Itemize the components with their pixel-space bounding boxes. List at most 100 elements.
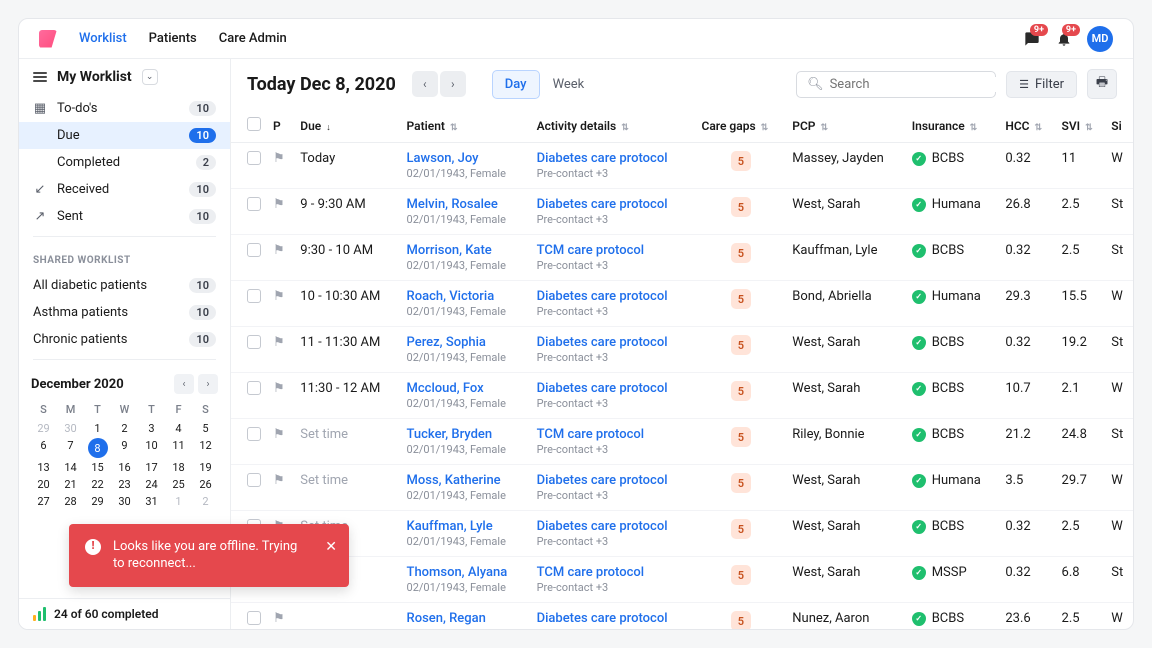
avatar[interactable]: MD <box>1087 26 1113 52</box>
table-row[interactable]: ⚑ 9:30 - 10 AM Morrison, Kate02/01/1943,… <box>231 235 1133 281</box>
activity-link[interactable]: Diabetes care protocol <box>537 519 690 534</box>
table-row[interactable]: ⚑ 11:30 - 12 AM Mccloud, Fox02/01/1943, … <box>231 373 1133 419</box>
calendar-day[interactable]: 7 <box>67 436 73 455</box>
select-all-checkbox[interactable] <box>247 117 261 131</box>
column-header[interactable]: PCP ⇅ <box>786 109 905 143</box>
sidebar-item-sent[interactable]: ↗Sent10 <box>19 203 230 230</box>
table-row[interactable]: ⚑ Set time Tucker, Bryden02/01/1943, Fem… <box>231 419 1133 465</box>
activity-link[interactable]: Diabetes care protocol <box>537 197 690 212</box>
activity-link[interactable]: TCM care protocol <box>537 427 690 442</box>
calendar-day[interactable]: 2 <box>202 492 208 511</box>
calendar-day[interactable]: 12 <box>199 436 211 455</box>
calendar-day[interactable]: 1 <box>94 419 100 438</box>
row-checkbox[interactable] <box>247 289 261 303</box>
calendar-day[interactable]: 9 <box>121 436 127 455</box>
patient-link[interactable]: Rosen, Regan <box>407 611 525 626</box>
patient-link[interactable]: Perez, Sophia <box>407 335 525 350</box>
view-day[interactable]: Day <box>492 70 540 99</box>
date-prev-button[interactable]: ‹ <box>412 71 438 97</box>
calendar-day[interactable]: 31 <box>145 492 157 511</box>
calendar-day[interactable]: 30 <box>118 492 130 511</box>
patient-link[interactable]: Roach, Victoria <box>407 289 525 304</box>
chat-icon[interactable]: 9+ <box>1023 30 1041 48</box>
table-row[interactable]: ⚑ Today Lawson, Joy02/01/1943, Female Di… <box>231 143 1133 189</box>
flag-icon[interactable]: ⚑ <box>273 335 285 350</box>
sidebar-shared-item[interactable]: Asthma patients10 <box>19 299 230 326</box>
table-row[interactable]: ⚑ Set time Kauffman, Lyle02/01/1943, Fem… <box>231 511 1133 557</box>
patient-link[interactable]: Melvin, Rosalee <box>407 197 525 212</box>
flag-icon[interactable]: ⚑ <box>273 197 285 212</box>
calendar-day[interactable]: 10 <box>145 436 157 455</box>
flag-icon[interactable]: ⚑ <box>273 151 285 166</box>
activity-link[interactable]: Diabetes care protocol <box>537 289 690 304</box>
flag-icon[interactable]: ⚑ <box>273 289 285 304</box>
row-checkbox[interactable] <box>247 335 261 349</box>
table-row[interactable]: ⚑ 11 - 11:30 AM Perez, Sophia02/01/1943,… <box>231 327 1133 373</box>
row-checkbox[interactable] <box>247 473 261 487</box>
calendar-day[interactable]: 1 <box>175 492 181 511</box>
patient-link[interactable]: Lawson, Joy <box>407 151 525 166</box>
calendar-next-button[interactable]: › <box>198 374 218 394</box>
activity-link[interactable]: Diabetes care protocol <box>537 335 690 350</box>
activity-link[interactable]: TCM care protocol <box>537 565 690 580</box>
menu-icon[interactable] <box>33 72 47 82</box>
chevron-down-icon[interactable]: ⌄ <box>142 69 158 85</box>
calendar-prev-button[interactable]: ‹ <box>174 374 194 394</box>
print-button[interactable]: 🖶 <box>1087 69 1117 99</box>
calendar-day[interactable]: 29 <box>91 492 103 511</box>
table-row[interactable]: ⚑ 10 - 10:30 AM Roach, Victoria02/01/194… <box>231 281 1133 327</box>
column-header[interactable] <box>231 109 267 143</box>
column-header[interactable]: Care gaps ⇅ <box>695 109 786 143</box>
flag-icon[interactable]: ⚑ <box>273 243 285 258</box>
nav-item-care-admin[interactable]: Care Admin <box>219 31 287 46</box>
column-header[interactable]: Activity details ⇅ <box>531 109 696 143</box>
calendar-day[interactable]: 6 <box>40 436 46 455</box>
activity-link[interactable]: Diabetes care protocol <box>537 473 690 488</box>
row-checkbox[interactable] <box>247 243 261 257</box>
sidebar-shared-item[interactable]: Chronic patients10 <box>19 326 230 353</box>
sidebar-item-completed[interactable]: Completed2 <box>19 149 230 176</box>
table-row[interactable]: ⚑ Rosen, Regan02/01/1943, Female Diabete… <box>231 603 1133 630</box>
flag-icon[interactable]: ⚑ <box>273 473 285 488</box>
nav-item-worklist[interactable]: Worklist <box>79 31 127 46</box>
row-checkbox[interactable] <box>247 381 261 395</box>
column-header[interactable]: Due ↓ <box>294 109 400 143</box>
row-checkbox[interactable] <box>247 151 261 165</box>
patient-link[interactable]: Morrison, Kate <box>407 243 525 258</box>
row-checkbox[interactable] <box>247 611 261 625</box>
column-header[interactable]: HCC ⇅ <box>999 109 1055 143</box>
patient-link[interactable]: Moss, Katherine <box>407 473 525 488</box>
patient-link[interactable]: Kauffman, Lyle <box>407 519 525 534</box>
flag-icon[interactable]: ⚑ <box>273 427 285 442</box>
activity-link[interactable]: Diabetes care protocol <box>537 381 690 396</box>
row-checkbox[interactable] <box>247 427 261 441</box>
flag-icon[interactable]: ⚑ <box>273 611 285 626</box>
search-input[interactable]: 🔍︎ <box>796 71 996 98</box>
patient-link[interactable]: Mccloud, Fox <box>407 381 525 396</box>
activity-link[interactable]: TCM care protocol <box>537 243 690 258</box>
flag-icon[interactable]: ⚑ <box>273 381 285 396</box>
table-row[interactable]: ⚑ Thomson, Alyana02/01/1943, Female TCM … <box>231 557 1133 603</box>
activity-link[interactable]: Diabetes care protocol <box>537 151 690 166</box>
table-row[interactable]: ⚑ 9 - 9:30 AM Melvin, Rosalee02/01/1943,… <box>231 189 1133 235</box>
column-header[interactable]: Insurance ⇅ <box>906 109 1000 143</box>
sidebar-item-to-do-s[interactable]: ▦To-do's10 <box>19 95 230 122</box>
close-icon[interactable]: ✕ <box>325 538 337 557</box>
search-field[interactable] <box>830 77 996 92</box>
patient-link[interactable]: Tucker, Bryden <box>407 427 525 442</box>
column-header[interactable]: Si <box>1105 109 1133 143</box>
calendar-day[interactable]: 28 <box>64 492 76 511</box>
column-header[interactable]: SVI ⇅ <box>1056 109 1106 143</box>
patient-link[interactable]: Thomson, Alyana <box>407 565 525 580</box>
view-week[interactable]: Week <box>540 70 598 99</box>
nav-item-patients[interactable]: Patients <box>149 31 197 46</box>
sidebar-item-due[interactable]: Due10 <box>19 122 230 149</box>
table-row[interactable]: ⚑ Set time Moss, Katherine02/01/1943, Fe… <box>231 465 1133 511</box>
date-next-button[interactable]: › <box>440 71 466 97</box>
calendar-day[interactable]: 27 <box>37 492 49 511</box>
filter-button[interactable]: ☰ Filter <box>1006 71 1077 98</box>
calendar-day[interactable]: 11 <box>172 436 184 455</box>
sidebar-shared-item[interactable]: All diabetic patients10 <box>19 272 230 299</box>
sidebar-item-received[interactable]: ↙Received10 <box>19 176 230 203</box>
row-checkbox[interactable] <box>247 197 261 211</box>
